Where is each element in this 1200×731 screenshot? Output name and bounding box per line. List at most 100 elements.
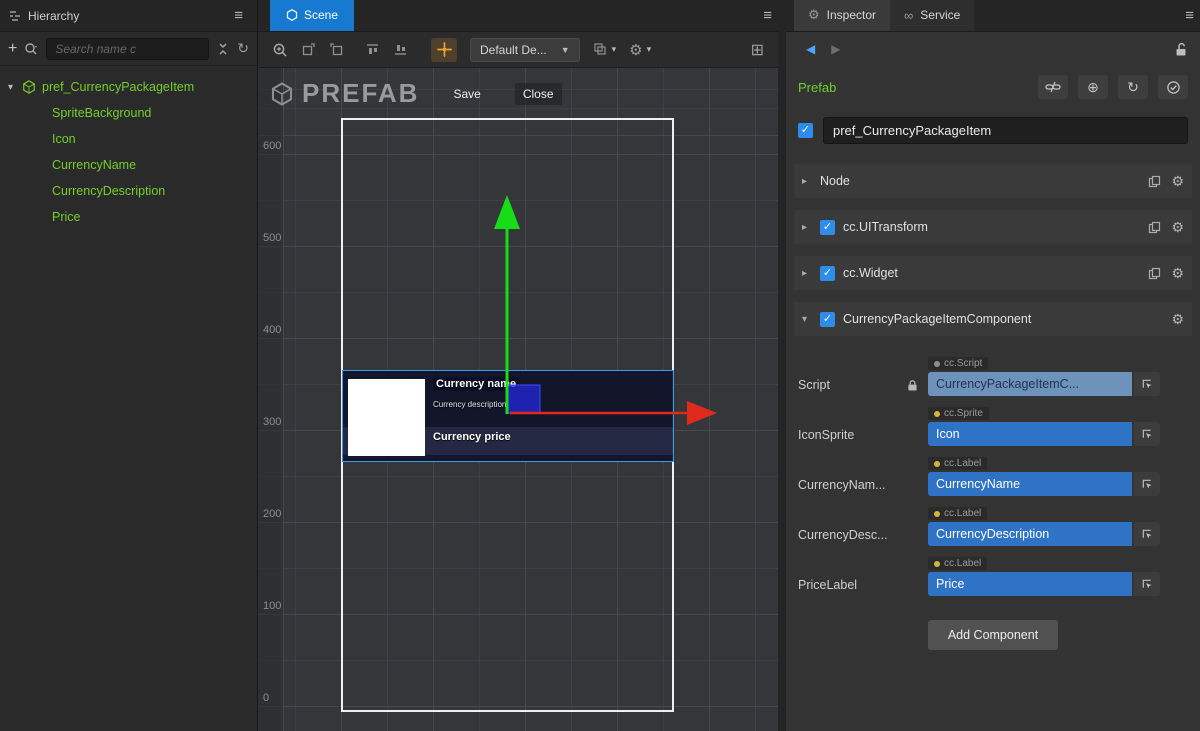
iconsprite-ref-field[interactable]: Icon <box>928 422 1132 446</box>
currencydescription-ref-field[interactable]: CurrencyDescription <box>928 522 1132 546</box>
history-forward-button[interactable]: ▶ <box>823 42 848 56</box>
prefab-close-button[interactable]: Close <box>515 83 562 105</box>
tree-node-label: SpriteBackground <box>52 106 151 120</box>
chevron-down-icon[interactable]: ▾ <box>802 314 812 325</box>
section-uitransform[interactable]: ▸ ✓ cc.UITransform ⚙ <box>794 210 1192 244</box>
chevron-right-icon[interactable]: ▸ <box>802 268 812 279</box>
tree-node-icon[interactable]: Icon <box>0 126 257 152</box>
device-dropdown-value: Default De... <box>480 43 547 57</box>
refresh-icon[interactable]: ↻ <box>237 40 249 57</box>
tree-node-label: CurrencyDescription <box>52 184 165 198</box>
revert-prefab-button[interactable]: ↻ <box>1118 75 1148 99</box>
tab-service[interactable]: ∞ Service <box>890 0 974 31</box>
search-input[interactable] <box>46 38 209 60</box>
hierarchy-menu-icon[interactable]: ≡ <box>228 7 249 24</box>
tree-node-currencyname[interactable]: CurrencyName <box>0 152 257 178</box>
section-gear-icon[interactable]: ⚙ <box>1171 311 1184 328</box>
tree-node-spritebackground[interactable]: SpriteBackground <box>0 100 257 126</box>
ref-picker-button[interactable] <box>1134 372 1160 396</box>
prefab-save-button[interactable]: Save <box>445 83 488 105</box>
layout-dropdown-icon[interactable]: ▾ <box>593 42 617 57</box>
currency-price-label[interactable]: Currency price <box>433 431 511 443</box>
hierarchy-tree: ▾ pref_CurrencyPackageItem SpriteBackgro… <box>0 66 257 230</box>
frame-selection-icon[interactable] <box>301 42 316 57</box>
ruler-label: 500 <box>263 232 281 244</box>
add-node-button[interactable]: + <box>8 40 17 58</box>
component-properties: Script cc.Script CurrencyPackageItemC...… <box>786 336 1200 596</box>
paste-values-icon[interactable] <box>1148 221 1161 234</box>
section-currencypackageitemcomponent[interactable]: ▾ ✓ CurrencyPackageItemComponent ⚙ <box>794 302 1192 336</box>
section-node[interactable]: ▸ Node ⚙ <box>794 164 1192 198</box>
ref-picker-button[interactable] <box>1134 572 1160 596</box>
pricelabel-ref-field[interactable]: Price <box>928 572 1132 596</box>
device-dropdown[interactable]: Default De... ▼ <box>470 38 580 62</box>
unlock-icon[interactable] <box>1175 42 1188 57</box>
component-enabled-checkbox[interactable]: ✓ <box>820 266 835 281</box>
tab-scene[interactable]: Scene <box>270 0 354 31</box>
unlink-prefab-button[interactable] <box>1038 75 1068 99</box>
ruler-label: 0 <box>263 692 269 704</box>
ref-picker-button[interactable] <box>1134 522 1160 546</box>
section-gear-icon[interactable]: ⚙ <box>1171 219 1184 236</box>
inspector-panel: ⚙ Inspector ∞ Service ≡ ◀ ▶ Prefab ⊕ <box>786 0 1200 731</box>
section-title: cc.Widget <box>843 266 898 280</box>
currencyname-ref-field[interactable]: CurrencyName <box>928 472 1132 496</box>
locate-asset-button[interactable]: ⊕ <box>1078 75 1108 99</box>
zoom-icon[interactable] <box>272 42 288 58</box>
inspector-nav-row: ◀ ▶ <box>786 32 1200 66</box>
component-enabled-checkbox[interactable]: ✓ <box>820 312 835 327</box>
sprite-background[interactable] <box>348 379 425 456</box>
tab-inspector[interactable]: ⚙ Inspector <box>794 0 890 31</box>
gizmo-toggle-button[interactable] <box>431 38 457 62</box>
scene-menu-icon[interactable]: ≡ <box>757 7 778 24</box>
chevron-down-icon: ▼ <box>561 45 570 55</box>
section-gear-icon[interactable]: ⚙ <box>1171 265 1184 282</box>
align-bottom-icon[interactable] <box>393 42 408 57</box>
prefab-asset-row: Prefab ⊕ ↻ <box>786 66 1200 108</box>
section-gear-icon[interactable]: ⚙ <box>1171 173 1184 190</box>
tree-node-currencydescription[interactable]: CurrencyDescription <box>0 178 257 204</box>
xy-plane-handle[interactable] <box>507 385 540 413</box>
ruler-label: 400 <box>263 324 281 336</box>
script-ref-field[interactable]: CurrencyPackageItemC... <box>928 372 1132 396</box>
prefab-edit-banner: PREFAB Save Close <box>270 78 562 109</box>
type-chip: cc.Label <box>928 507 987 520</box>
x-axis-arrowhead[interactable] <box>687 401 717 425</box>
reset-view-icon[interactable] <box>329 42 344 57</box>
scene-canvas[interactable]: 600 500 400 300 200 100 0 PREFAB Save Cl… <box>258 68 778 731</box>
paste-values-icon[interactable] <box>1148 267 1161 280</box>
ref-picker-button[interactable] <box>1134 422 1160 446</box>
prefab-cube-icon <box>22 80 36 94</box>
inspector-menu-icon[interactable]: ≡ <box>1179 7 1200 24</box>
apply-prefab-button[interactable] <box>1158 75 1188 99</box>
tree-node-root[interactable]: ▾ pref_CurrencyPackageItem <box>0 74 257 100</box>
chevron-down-icon[interactable]: ▾ <box>8 82 22 93</box>
tree-node-price[interactable]: Price <box>0 204 257 230</box>
scene-toolbar: Default De... ▼ ▾ ⚙▾ ⊞ <box>258 32 778 68</box>
type-dot-icon <box>934 411 940 417</box>
inspector-tab-label: Inspector <box>827 8 876 22</box>
section-title: Node <box>820 174 850 188</box>
add-component-button[interactable]: Add Component <box>928 620 1058 650</box>
scene-ruler: 600 500 400 300 200 100 0 <box>258 68 284 731</box>
node-name-input[interactable] <box>823 117 1188 144</box>
type-dot-icon <box>934 361 940 367</box>
node-active-checkbox[interactable]: ✓ <box>798 123 813 138</box>
grid-toggle-icon[interactable]: ⊞ <box>751 40 764 60</box>
chevron-right-icon[interactable]: ▸ <box>802 176 812 187</box>
search-filter-icon[interactable] <box>24 42 39 56</box>
collapse-all-icon[interactable] <box>216 42 230 56</box>
ref-picker-button[interactable] <box>1134 472 1160 496</box>
type-chip: cc.Label <box>928 557 987 570</box>
component-enabled-checkbox[interactable]: ✓ <box>820 220 835 235</box>
section-title: CurrencyPackageItemComponent <box>843 312 1031 326</box>
section-widget[interactable]: ▸ ✓ cc.Widget ⚙ <box>794 256 1192 290</box>
chevron-right-icon[interactable]: ▸ <box>802 222 812 233</box>
align-top-icon[interactable] <box>365 42 380 57</box>
paste-values-icon[interactable] <box>1148 175 1161 188</box>
history-back-button[interactable]: ◀ <box>798 42 823 56</box>
prop-label: Script <box>798 378 830 392</box>
scene-settings-gear-icon[interactable]: ⚙▾ <box>629 41 651 59</box>
currency-description-label[interactable]: Currency description <box>433 400 506 409</box>
panel-splitter[interactable] <box>778 0 786 731</box>
